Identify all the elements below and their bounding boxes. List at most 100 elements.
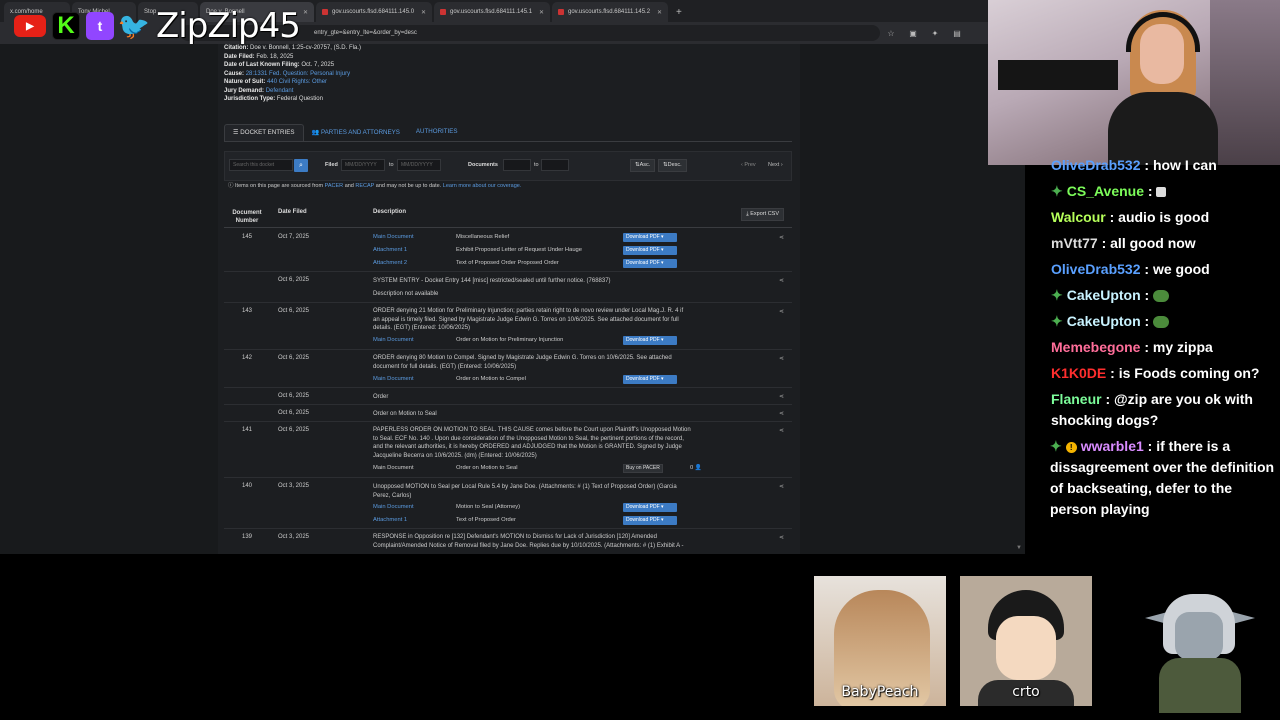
cam-name-label: crto — [1012, 684, 1040, 700]
new-tab-button[interactable]: + — [670, 2, 688, 22]
close-icon[interactable]: ✕ — [651, 9, 662, 16]
recap-link[interactable]: RECAP — [355, 183, 374, 189]
download-pdf-button[interactable]: Download PDF ▾ — [623, 259, 677, 268]
entry-date: Oct 6, 2025 — [278, 308, 310, 314]
filed-to-input[interactable]: MM/DD/YYYY — [397, 159, 441, 171]
download-pdf-button[interactable]: Download PDF ▾ — [623, 336, 677, 345]
nature-link[interactable]: 440 Civil Rights: Other — [267, 79, 327, 85]
document-link[interactable]: Main Document — [373, 376, 414, 382]
chat-username[interactable]: OliveDrab532 — [1051, 261, 1141, 277]
prev-button[interactable]: ‹ Prev — [741, 162, 756, 168]
document-link[interactable]: Main Document — [373, 504, 414, 510]
chat-username[interactable]: CakeUpton — [1067, 287, 1141, 303]
jury-link[interactable]: Defendant — [266, 88, 294, 94]
chat-message: ✦ CS_Avenue : — [1051, 181, 1279, 202]
attachment-row: Attachment 1 Text of Proposed Order Down… — [373, 516, 677, 525]
document-link[interactable]: Main Document — [373, 234, 414, 240]
chat-username[interactable]: CS_Avenue — [1067, 183, 1144, 199]
chat-username[interactable]: Memebegone — [1051, 339, 1140, 355]
chat-username[interactable]: K1K0DE — [1051, 365, 1106, 381]
star-icon[interactable]: ☆ — [880, 29, 902, 38]
document-link[interactable]: Attachment 1 — [373, 247, 407, 253]
entry-date: Oct 7, 2025 — [278, 234, 310, 240]
meta-label: Date of Last Known Filing: — [224, 62, 300, 68]
entry-description: Unopposed MOTION to Seal per Local Rule … — [373, 484, 677, 499]
search-icon[interactable]: ⌕ — [294, 159, 308, 172]
export-csv-button[interactable]: ⤓ Export CSV — [741, 208, 784, 221]
tab-divider — [224, 141, 792, 142]
chat-message: OliveDrab532 : we good — [1051, 261, 1210, 277]
share-icon[interactable]: ⋖ — [779, 393, 784, 400]
tab-authorities[interactable]: AUTHORITIES — [408, 124, 466, 142]
close-icon[interactable]: ✕ — [415, 9, 426, 16]
browser-tab[interactable]: gov.uscourts.flsd.684111.145.0 ✕ — [316, 2, 432, 22]
chat-text: how I can — [1152, 157, 1217, 173]
next-button[interactable]: Next › — [768, 162, 783, 168]
pacer-link[interactable]: PACER — [325, 183, 344, 189]
pdf-icon — [558, 9, 564, 15]
share-icon[interactable]: ⋖ — [779, 355, 784, 362]
headset — [1126, 12, 1200, 52]
entry-date: Oct 6, 2025 — [278, 393, 310, 399]
download-pdf-button[interactable]: Download PDF ▾ — [623, 233, 677, 242]
share-icon[interactable]: ⋖ — [779, 483, 784, 490]
browser-tab[interactable]: gov.uscourts.flsd.684111.145.2 ✕ — [552, 2, 668, 22]
chat-username[interactable]: CakeUpton — [1067, 313, 1141, 329]
pdf-icon — [322, 9, 328, 15]
share-icon[interactable]: ⋖ — [779, 308, 784, 315]
cause-link[interactable]: 28:1331 Fed. Question: Personal Injury — [246, 71, 350, 77]
documents-from-input[interactable] — [503, 159, 531, 171]
download-pdf-button[interactable]: Download PDF ▾ — [623, 246, 677, 255]
chat-panel: OliveDrab532 : how I can ✦ CS_Avenue : Wa… — [1025, 157, 1280, 555]
share-icon[interactable]: ⋖ — [779, 410, 784, 417]
sort-desc-button[interactable]: ⇅Desc. — [658, 159, 687, 172]
download-pdf-button[interactable]: Download PDF ▾ — [623, 516, 677, 525]
chat-username[interactable]: Flaneur — [1051, 391, 1102, 407]
extension-icon[interactable]: ▣ — [902, 29, 924, 38]
meta-value: Oct. 7, 2025 — [301, 62, 335, 68]
chat-username[interactable]: Walcour — [1051, 209, 1106, 225]
tab-docket-entries[interactable]: ☰ DOCKET ENTRIES — [224, 124, 304, 142]
sidebar-icon[interactable]: ▤ — [946, 29, 968, 38]
share-icon[interactable]: ⋖ — [779, 277, 784, 284]
share-icon[interactable]: ⋖ — [779, 534, 784, 541]
attachment-row: Main Document Miscellaneous Relief Downl… — [373, 233, 677, 242]
entry-number: 145 — [242, 234, 253, 240]
chat-username[interactable]: wwarble1 — [1081, 438, 1144, 454]
chat-username[interactable]: OliveDrab532 — [1051, 157, 1141, 173]
docket-row: 139 Oct 3, 2025 ⋖ RESPONSE in Opposition… — [224, 529, 792, 554]
notice-text: Items on this page are sourced from — [235, 183, 324, 189]
document-link[interactable]: Attachment 2 — [373, 260, 407, 266]
browser-tab[interactable]: gov.uscourts.flsd.684111.145.1 ✕ — [434, 2, 550, 22]
search-docket-input[interactable]: Search this docket — [229, 159, 293, 171]
filed-from-input[interactable]: MM/DD/YYYY — [341, 159, 385, 171]
puzzle-icon[interactable]: ✦ — [924, 29, 946, 38]
scroll-down-icon[interactable]: ▼ — [1016, 545, 1022, 551]
twitch-icon: t — [86, 12, 114, 40]
document-link[interactable]: Attachment 1 — [373, 517, 407, 523]
download-pdf-button[interactable]: Download PDF ▾ — [623, 503, 677, 512]
share-icon[interactable]: ⋖ — [779, 427, 784, 434]
chat-message: ✦! wwarble1 : if there is a dissagreement… — [1050, 438, 1275, 517]
meta-label: Citation: — [224, 45, 249, 51]
bits-badge-icon: ! — [1065, 441, 1077, 453]
close-icon[interactable]: ✕ — [533, 9, 544, 16]
entry-number: 139 — [242, 534, 253, 540]
buy-on-pacer-button[interactable]: Buy on PACER — [623, 464, 663, 473]
entry-date: Oct 6, 2025 — [278, 410, 310, 416]
chat-username[interactable]: mVtt77 — [1051, 235, 1098, 251]
coverage-link[interactable]: Learn more about our coverage. — [443, 183, 522, 189]
entry-description: ORDER denying 80 Motion to Compel. Signe… — [373, 355, 672, 370]
docket-row: 141 Oct 6, 2025 ⋖ PAPERLESS ORDER ON MOT… — [224, 422, 792, 478]
share-icon[interactable]: ⋖ — [779, 234, 784, 241]
documents-to-input[interactable] — [541, 159, 569, 171]
sort-asc-button[interactable]: ⇅Asc. — [630, 159, 656, 172]
download-pdf-button[interactable]: Download PDF ▾ — [623, 375, 677, 384]
tab-parties[interactable]: 👥 PARTIES AND ATTORNEYS — [304, 124, 408, 142]
streamer-webcam — [988, 0, 1280, 165]
document-link[interactable]: Main Document — [373, 337, 414, 343]
button-label: Desc. — [667, 162, 682, 168]
info-icon: ⓘ — [228, 183, 236, 189]
docket-row: Oct 6, 2025 ⋖ Order on Motion to Seal — [224, 405, 792, 422]
tab-label: gov.uscourts.flsd.684111.145.2 — [568, 9, 651, 15]
